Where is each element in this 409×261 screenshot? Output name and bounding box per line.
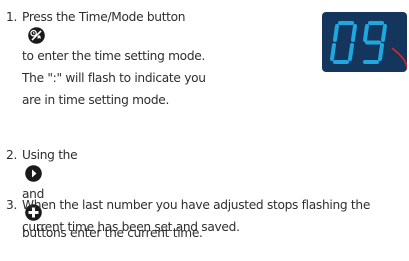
- clock-display: [322, 12, 407, 72]
- step-number: 3.: [6, 198, 18, 212]
- time-mode-icon: [28, 27, 206, 44]
- step-number: 2.: [6, 148, 18, 162]
- step-text: When the last number you have adjusted s…: [22, 194, 370, 238]
- step-3: 3. When the last number you have adjuste…: [6, 194, 409, 240]
- display-digits: [330, 21, 407, 71]
- step-line: The ":" will flash to indicate you: [22, 71, 206, 85]
- step-line: current time has been set and saved.: [22, 220, 240, 234]
- step-line: Press the Time/Mode button: [22, 6, 206, 45]
- step-text: Press the Time/Mode button to enter the …: [22, 6, 206, 111]
- instruction-page: 1. Press the Time/Mode button to enter t…: [0, 0, 409, 261]
- highlight-arc: [391, 47, 407, 71]
- step-line: are in time setting mode.: [22, 93, 170, 107]
- step-1: 1. Press the Time/Mode button to enter t…: [6, 6, 316, 107]
- step-line: When the last number you have adjusted s…: [22, 198, 371, 212]
- step-line: to enter the time setting mode.: [22, 49, 206, 63]
- right-arrow-icon: [25, 165, 200, 182]
- step-2: 2. Using the and buttons enter the curre…: [6, 144, 406, 240]
- step-number: 1.: [6, 10, 18, 24]
